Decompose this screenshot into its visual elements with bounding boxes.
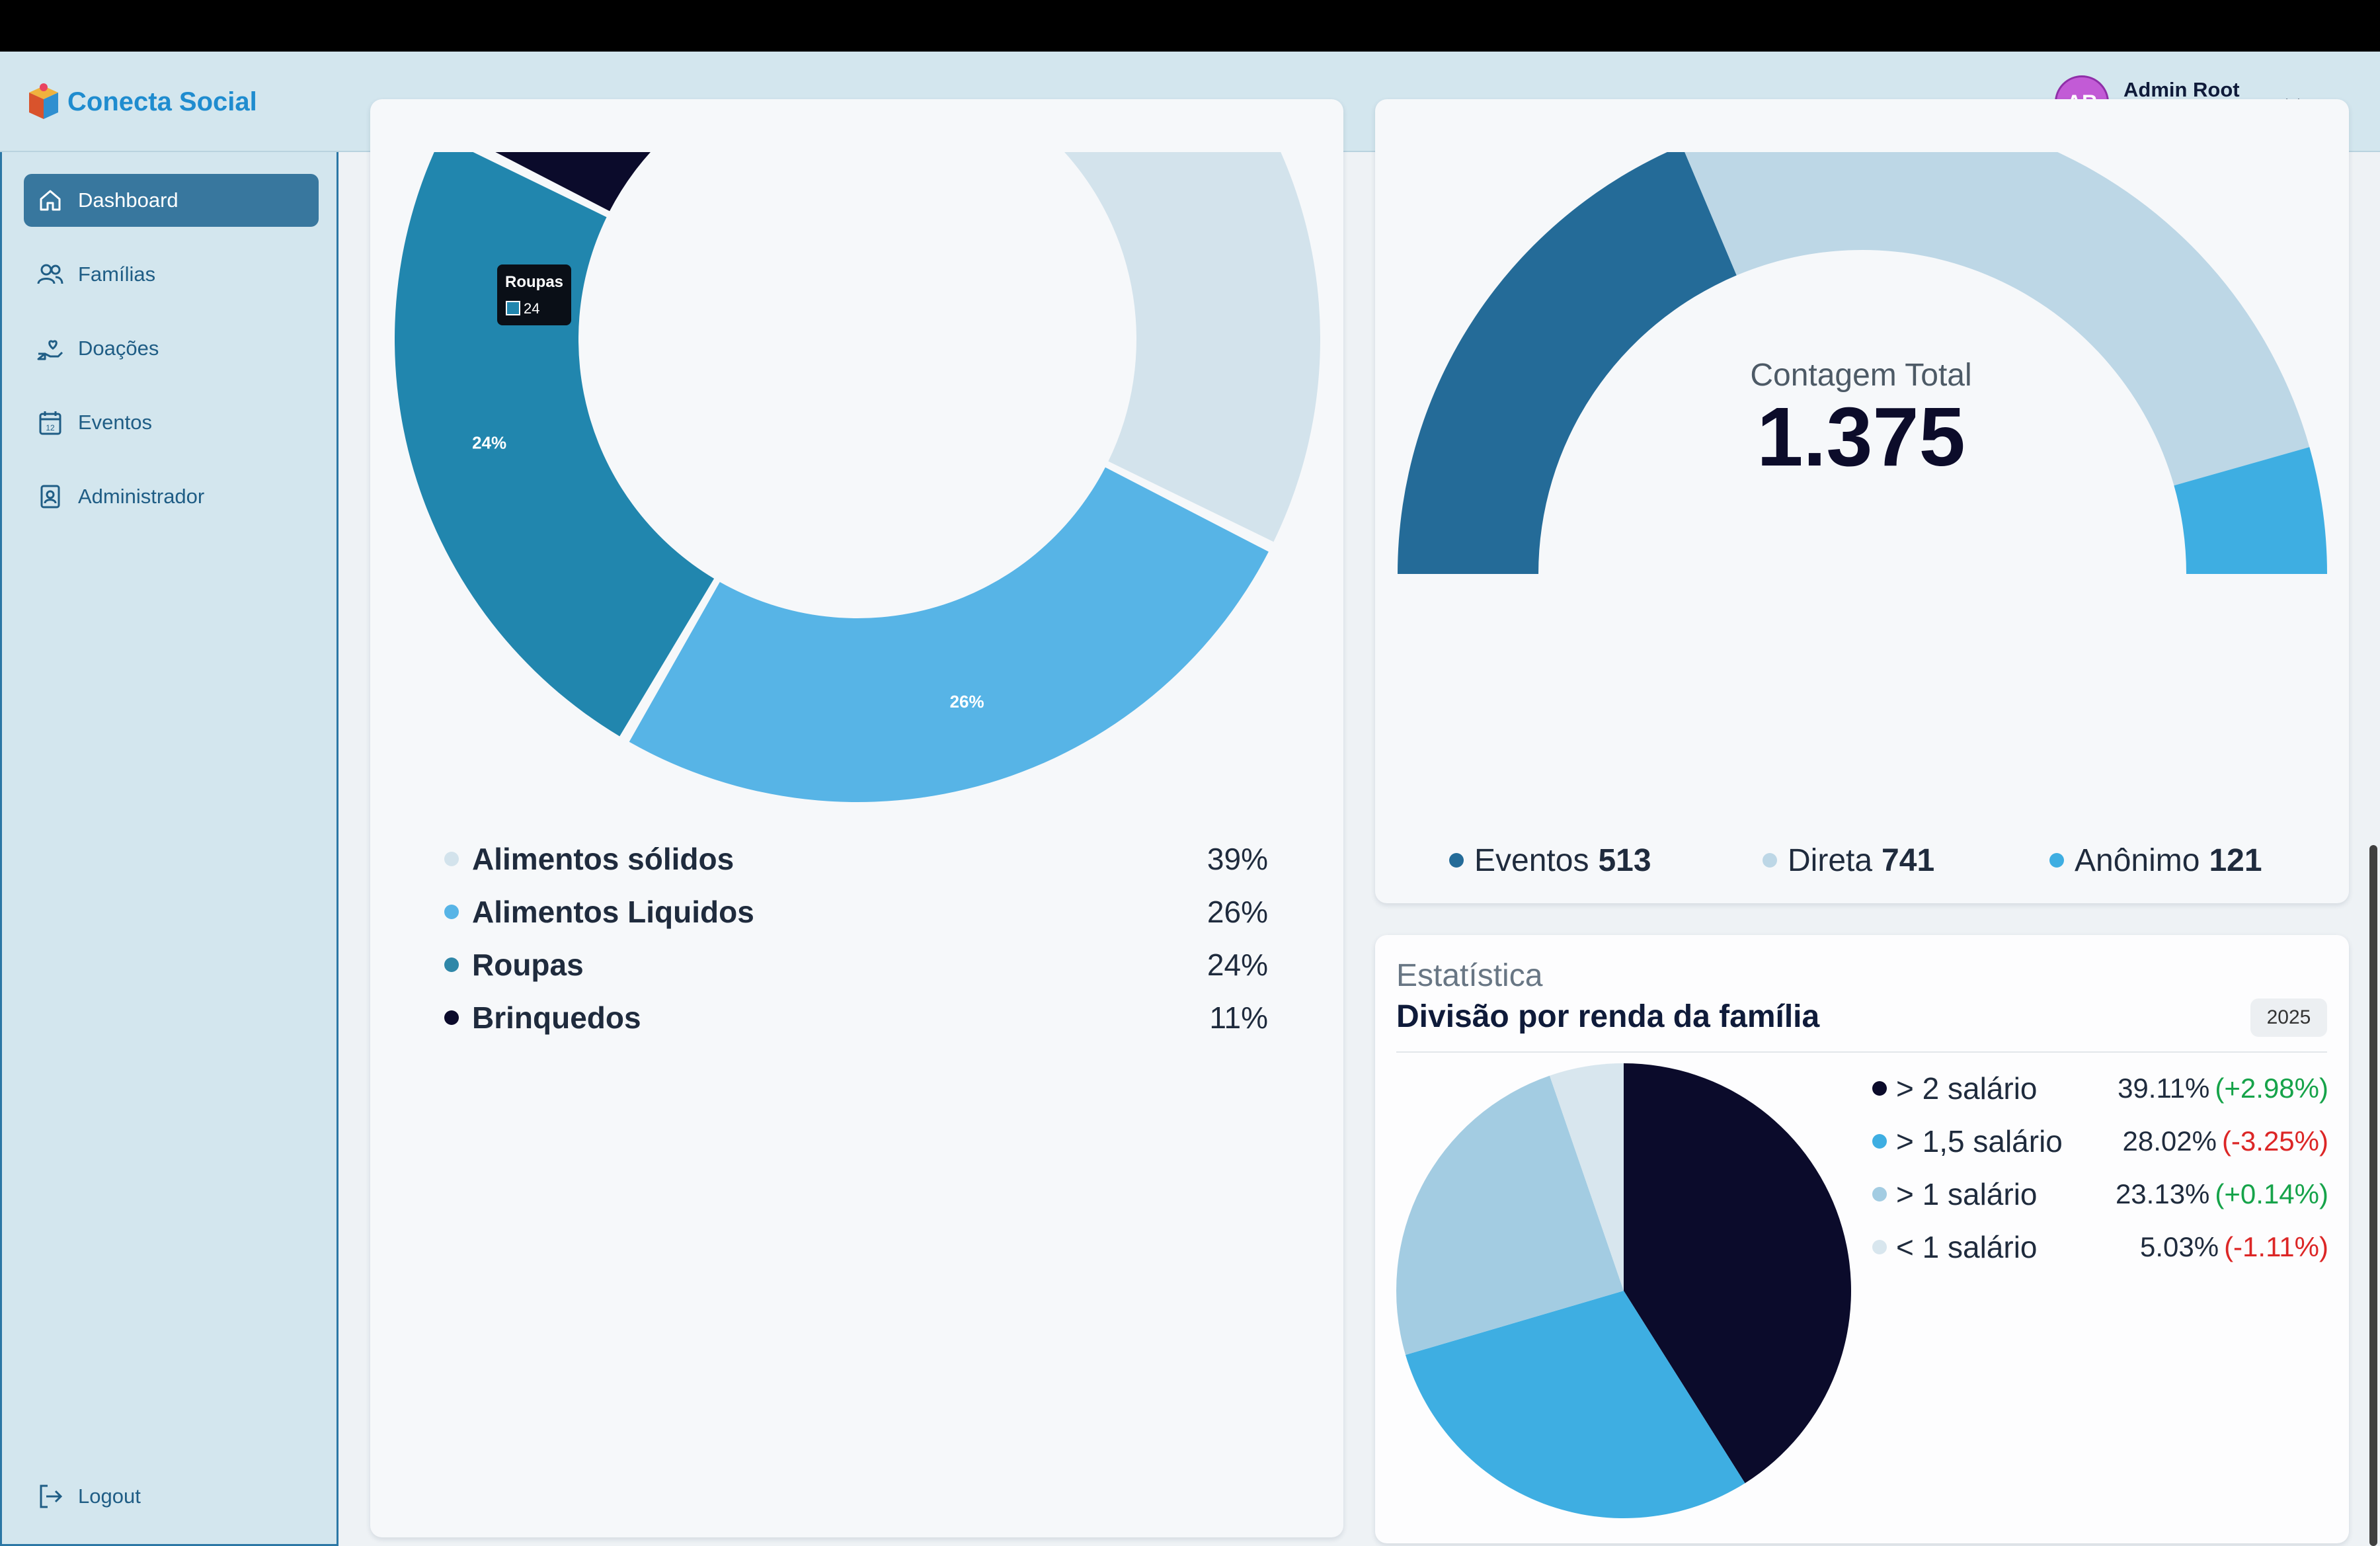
gauge-legend-item: Eventos 513 bbox=[1449, 837, 1651, 883]
income-row: > 1,5 salário 28.02% (-3.25%) bbox=[1872, 1121, 2328, 1161]
year-selector[interactable]: 2025 bbox=[2250, 998, 2327, 1037]
user-name: Admin Root bbox=[2123, 78, 2240, 101]
legend-dot bbox=[1763, 853, 1777, 868]
legend-dot bbox=[444, 905, 459, 919]
card-title: Divisão por renda da família bbox=[1396, 999, 1820, 1034]
donut-legend-item: Alimentos Liquidos 26% bbox=[444, 892, 1268, 932]
sidebar-item-label: Eventos bbox=[78, 411, 153, 434]
calendar-icon: 12 bbox=[39, 411, 61, 435]
legend-dot bbox=[444, 852, 459, 866]
gauge-center: Contagem Total 1.375 bbox=[1653, 357, 2069, 481]
donut-slice-label: 26% bbox=[950, 692, 984, 712]
badge-icon bbox=[40, 485, 60, 509]
donut-legend-item: Brinquedos 11% bbox=[444, 998, 1268, 1037]
income-label: > 2 salário bbox=[1896, 1071, 2038, 1106]
legend-label: Direta bbox=[1788, 842, 1873, 878]
income-pct: 5.03% bbox=[2139, 1231, 2219, 1262]
legend-label: Alimentos sólidos bbox=[472, 842, 734, 876]
sidebar-item-familias[interactable]: Famílias bbox=[24, 248, 319, 301]
card-eyebrow: Estatística bbox=[1396, 958, 1543, 993]
legend-dot bbox=[1872, 1134, 1887, 1149]
home-icon bbox=[40, 190, 61, 211]
tooltip-title: Roupas bbox=[505, 273, 563, 291]
legend-dot bbox=[1449, 853, 1464, 868]
legend-dot bbox=[1872, 1081, 1887, 1096]
legend-dot bbox=[2049, 853, 2064, 868]
legend-dot bbox=[444, 1010, 459, 1025]
legend-dot bbox=[1872, 1240, 1887, 1254]
income-change: (-1.11%) bbox=[2224, 1231, 2328, 1262]
income-change: (+0.14%) bbox=[2215, 1178, 2328, 1209]
divider bbox=[1396, 1051, 2327, 1053]
users-icon bbox=[37, 264, 63, 284]
income-pct: 23.13% bbox=[2115, 1178, 2210, 1209]
legend-label: Brinquedos bbox=[472, 1000, 641, 1035]
income-label: < 1 salário bbox=[1896, 1230, 2038, 1264]
income-change: (-3.25%) bbox=[2221, 1125, 2328, 1157]
donut-slice-alimentos-liquidos bbox=[629, 467, 1269, 802]
sidebar-item-dashboard[interactable]: Dashboard bbox=[24, 174, 319, 227]
page-scrollbar[interactable] bbox=[2369, 845, 2377, 1546]
legend-label: Eventos bbox=[1474, 842, 1589, 878]
income-row: > 2 salário 39.11% (+2.98%) bbox=[1872, 1069, 2328, 1108]
legend-value: 26% bbox=[1207, 895, 1268, 929]
sidebar-item-doacoes[interactable]: Doações bbox=[24, 322, 319, 375]
donut-slice-alimentos-solidos bbox=[1064, 152, 1320, 542]
logout-button[interactable]: Logout bbox=[24, 1470, 319, 1523]
chart-tooltip: Roupas 24 bbox=[497, 264, 571, 325]
donut-legend-item: Roupas 24% bbox=[444, 945, 1268, 985]
app-title: Conecta Social bbox=[67, 87, 257, 116]
brand[interactable]: Conecta Social bbox=[26, 81, 257, 123]
window-top-bar bbox=[0, 0, 2380, 52]
income-pct: 28.02% bbox=[2122, 1125, 2217, 1157]
gauge-total: 1.375 bbox=[1757, 390, 1965, 483]
income-change: (+2.98%) bbox=[2215, 1073, 2328, 1104]
legend-label: Roupas bbox=[472, 948, 584, 982]
svg-text:12: 12 bbox=[46, 423, 55, 432]
legend-value: 741 bbox=[1882, 842, 1935, 878]
legend-value: 11% bbox=[1209, 1000, 1268, 1035]
income-label: > 1 salário bbox=[1896, 1177, 2038, 1211]
legend-dot bbox=[444, 957, 459, 972]
sidebar-item-eventos[interactable]: 12 Eventos bbox=[24, 396, 319, 449]
donut-slice-label: 24% bbox=[472, 433, 506, 453]
tooltip-swatch bbox=[506, 301, 520, 315]
legend-label: Alimentos Liquidos bbox=[472, 895, 754, 929]
gauge-caption: Contagem Total bbox=[1750, 358, 1972, 393]
logout-icon bbox=[40, 1485, 63, 1508]
gauge-legend-item: Anônimo 121 bbox=[2049, 837, 2262, 883]
legend-value: 39% bbox=[1207, 842, 1268, 876]
legend-dot bbox=[1872, 1187, 1887, 1201]
income-row: > 1 salário 23.13% (+0.14%) bbox=[1872, 1174, 2328, 1214]
sidebar: Dashboard Famílias Doações 12 Eventos Ad… bbox=[0, 152, 338, 1546]
legend-label: Anônimo bbox=[2075, 842, 2200, 878]
sidebar-item-administrador[interactable]: Administrador bbox=[24, 470, 319, 523]
donut-legend-item: Alimentos sólidos 39% bbox=[444, 839, 1268, 879]
gauge-legend-item: Direta 741 bbox=[1763, 837, 1934, 883]
donut-slice-roupas bbox=[395, 152, 715, 737]
income-label: > 1,5 salário bbox=[1896, 1124, 2063, 1159]
sidebar-item-label: Famílias bbox=[78, 263, 156, 286]
donations-donut-chart: 39%26%24% Roupas 24 bbox=[395, 152, 1320, 802]
income-pie-chart bbox=[1396, 1063, 1851, 1518]
box-logo-icon bbox=[29, 83, 58, 119]
tooltip-value: 24 bbox=[524, 300, 539, 317]
income-pct: 39.11% bbox=[2118, 1073, 2210, 1104]
legend-value: 513 bbox=[1598, 842, 1651, 878]
sidebar-item-label: Dashboard bbox=[78, 188, 178, 212]
logout-label: Logout bbox=[78, 1485, 141, 1508]
sidebar-item-label: Doações bbox=[78, 337, 159, 360]
income-row: < 1 salário 5.03% (-1.11%) bbox=[1872, 1227, 2328, 1267]
legend-value: 121 bbox=[2209, 842, 2262, 878]
legend-value: 24% bbox=[1207, 948, 1268, 982]
sidebar-item-label: Administrador bbox=[78, 485, 205, 508]
hand-heart-icon bbox=[37, 340, 63, 360]
